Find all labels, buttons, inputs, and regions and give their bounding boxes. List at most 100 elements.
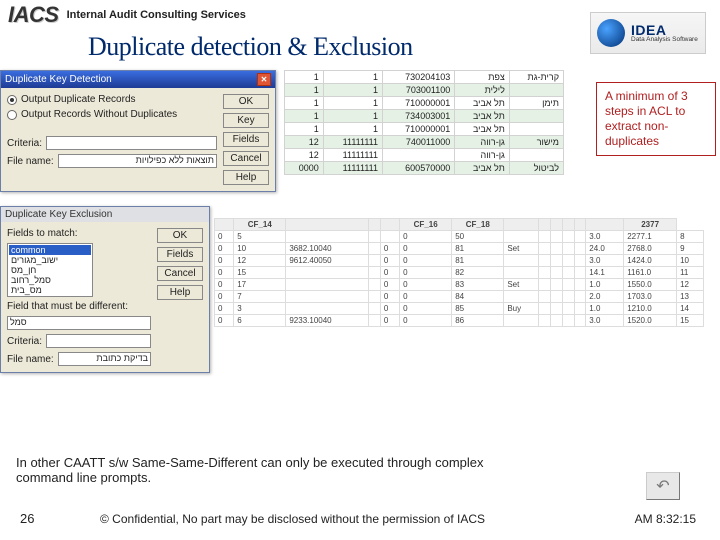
filename-label: File name:	[7, 354, 54, 365]
cell	[562, 243, 574, 255]
cell: 9	[677, 243, 704, 255]
list-item: חן_מס	[9, 265, 91, 275]
cell	[539, 315, 551, 327]
filename-label: File name:	[7, 156, 54, 167]
cell: Buy	[504, 303, 539, 315]
cell: 9233.10040	[286, 315, 369, 327]
fields-button[interactable]: Fields	[223, 132, 269, 147]
filename-input[interactable]: בדיקת כתובת	[58, 352, 151, 366]
cell: 0	[400, 303, 452, 315]
cell: 0	[215, 303, 234, 315]
cell: 0	[400, 291, 452, 303]
cell	[551, 255, 563, 267]
criteria-input[interactable]	[46, 334, 151, 348]
cell: 2.0	[586, 291, 624, 303]
fields-listbox[interactable]: common ישוב_מגורים חן_מס סמל_רחוב מס_בית	[7, 243, 93, 297]
cell	[286, 291, 369, 303]
slide-title: Duplicate detection & Exclusion	[70, 30, 425, 64]
cell: 15	[234, 267, 286, 279]
fields-button[interactable]: Fields	[157, 247, 203, 262]
radio-label: Output Records Without Duplicates	[21, 109, 177, 120]
cancel-button[interactable]: Cancel	[157, 266, 203, 281]
cell: 6	[234, 315, 286, 327]
cell	[504, 315, 539, 327]
cell: 10	[234, 243, 286, 255]
idea-name: IDEA	[631, 23, 698, 37]
cell	[574, 303, 586, 315]
cell	[562, 279, 574, 291]
page-number: 26	[20, 511, 34, 526]
cell: 2768.0	[624, 243, 677, 255]
cell: 0	[215, 255, 234, 267]
radio-output-duplicates[interactable]	[7, 95, 17, 105]
cell: 81	[452, 243, 504, 255]
cell: 8	[677, 231, 704, 243]
cell: 86	[452, 315, 504, 327]
cell: 1424.0	[624, 255, 677, 267]
dialog-title: Duplicate Key Exclusion	[5, 209, 112, 220]
cell: 0	[215, 291, 234, 303]
cell: 3.0	[586, 255, 624, 267]
cell: 0	[400, 243, 452, 255]
dialog-title: Duplicate Key Detection	[5, 74, 112, 85]
radio-label: Output Duplicate Records	[21, 94, 136, 105]
cell: 1520.0	[624, 315, 677, 327]
help-button[interactable]: Help	[223, 170, 269, 185]
criteria-label: Criteria:	[7, 138, 42, 149]
cell	[551, 303, 563, 315]
cell	[539, 243, 551, 255]
cell	[504, 267, 539, 279]
idea-logo: IDEA Data Analysis Software	[590, 12, 706, 54]
cell	[551, 243, 563, 255]
cell	[369, 255, 381, 267]
cell	[539, 267, 551, 279]
cell: 0	[380, 303, 399, 315]
cell: 2277.1	[624, 231, 677, 243]
cell: 83	[452, 279, 504, 291]
cell: 1.0	[586, 303, 624, 315]
cell	[562, 267, 574, 279]
cell	[562, 315, 574, 327]
cell	[369, 243, 381, 255]
return-icon[interactable]: ↶	[646, 472, 680, 500]
cell: 0	[215, 315, 234, 327]
cell: 17	[234, 279, 286, 291]
cell: 1550.0	[624, 279, 677, 291]
cell: 1.0	[586, 279, 624, 291]
cell	[286, 279, 369, 291]
cell: 0	[380, 291, 399, 303]
help-button[interactable]: Help	[157, 285, 203, 300]
key-button[interactable]: Key	[223, 113, 269, 128]
cell	[551, 267, 563, 279]
cell	[369, 231, 381, 243]
cell	[574, 291, 586, 303]
list-item: ישוב_מגורים	[9, 255, 91, 265]
cell: 14	[677, 303, 704, 315]
cell: 0	[380, 267, 399, 279]
cell	[562, 291, 574, 303]
cell	[562, 255, 574, 267]
ok-button[interactable]: OK	[223, 94, 269, 109]
close-icon[interactable]: ✕	[257, 73, 271, 86]
filename-input[interactable]: תוצאות ללא כפילויות	[58, 154, 217, 168]
cancel-button[interactable]: Cancel	[223, 151, 269, 166]
cell: 50	[452, 231, 504, 243]
dialog-duplicate-key-exclusion: Duplicate Key Exclusion Fields to match:…	[0, 206, 210, 373]
cell	[369, 267, 381, 279]
dialog-duplicate-key-detection: Duplicate Key Detection ✕ Output Duplica…	[0, 70, 276, 192]
cell: 10	[677, 255, 704, 267]
radio-output-without-duplicates[interactable]	[7, 110, 17, 120]
ok-button[interactable]: OK	[157, 228, 203, 243]
cell	[551, 279, 563, 291]
criteria-input[interactable]	[46, 136, 217, 150]
brand-logo: IACS	[8, 2, 59, 28]
data-table-bottom: CF_14CF_16CF_182377 050503.02277.1801036…	[214, 218, 704, 327]
cell: 0	[380, 315, 399, 327]
cell	[369, 303, 381, 315]
cell: 0	[215, 243, 234, 255]
cell	[286, 303, 369, 315]
cell: 0	[400, 267, 452, 279]
different-field-input[interactable]: סמל	[7, 316, 151, 330]
copyright-text: © Confidential, No part may be disclosed…	[100, 512, 720, 526]
different-field-label: Field that must be different:	[7, 301, 151, 312]
